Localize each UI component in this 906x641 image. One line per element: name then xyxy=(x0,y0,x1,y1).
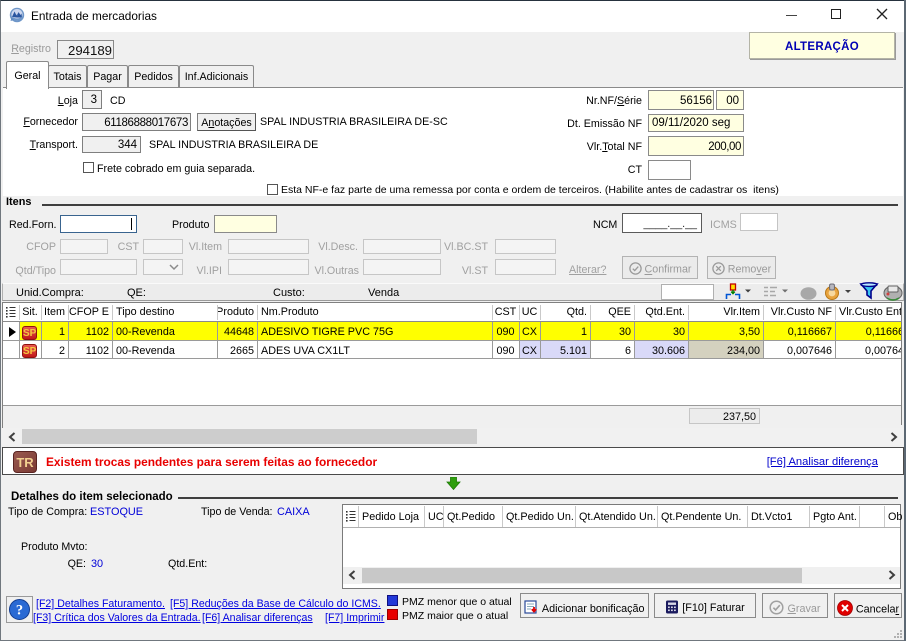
svg-text:?: ? xyxy=(16,603,23,619)
